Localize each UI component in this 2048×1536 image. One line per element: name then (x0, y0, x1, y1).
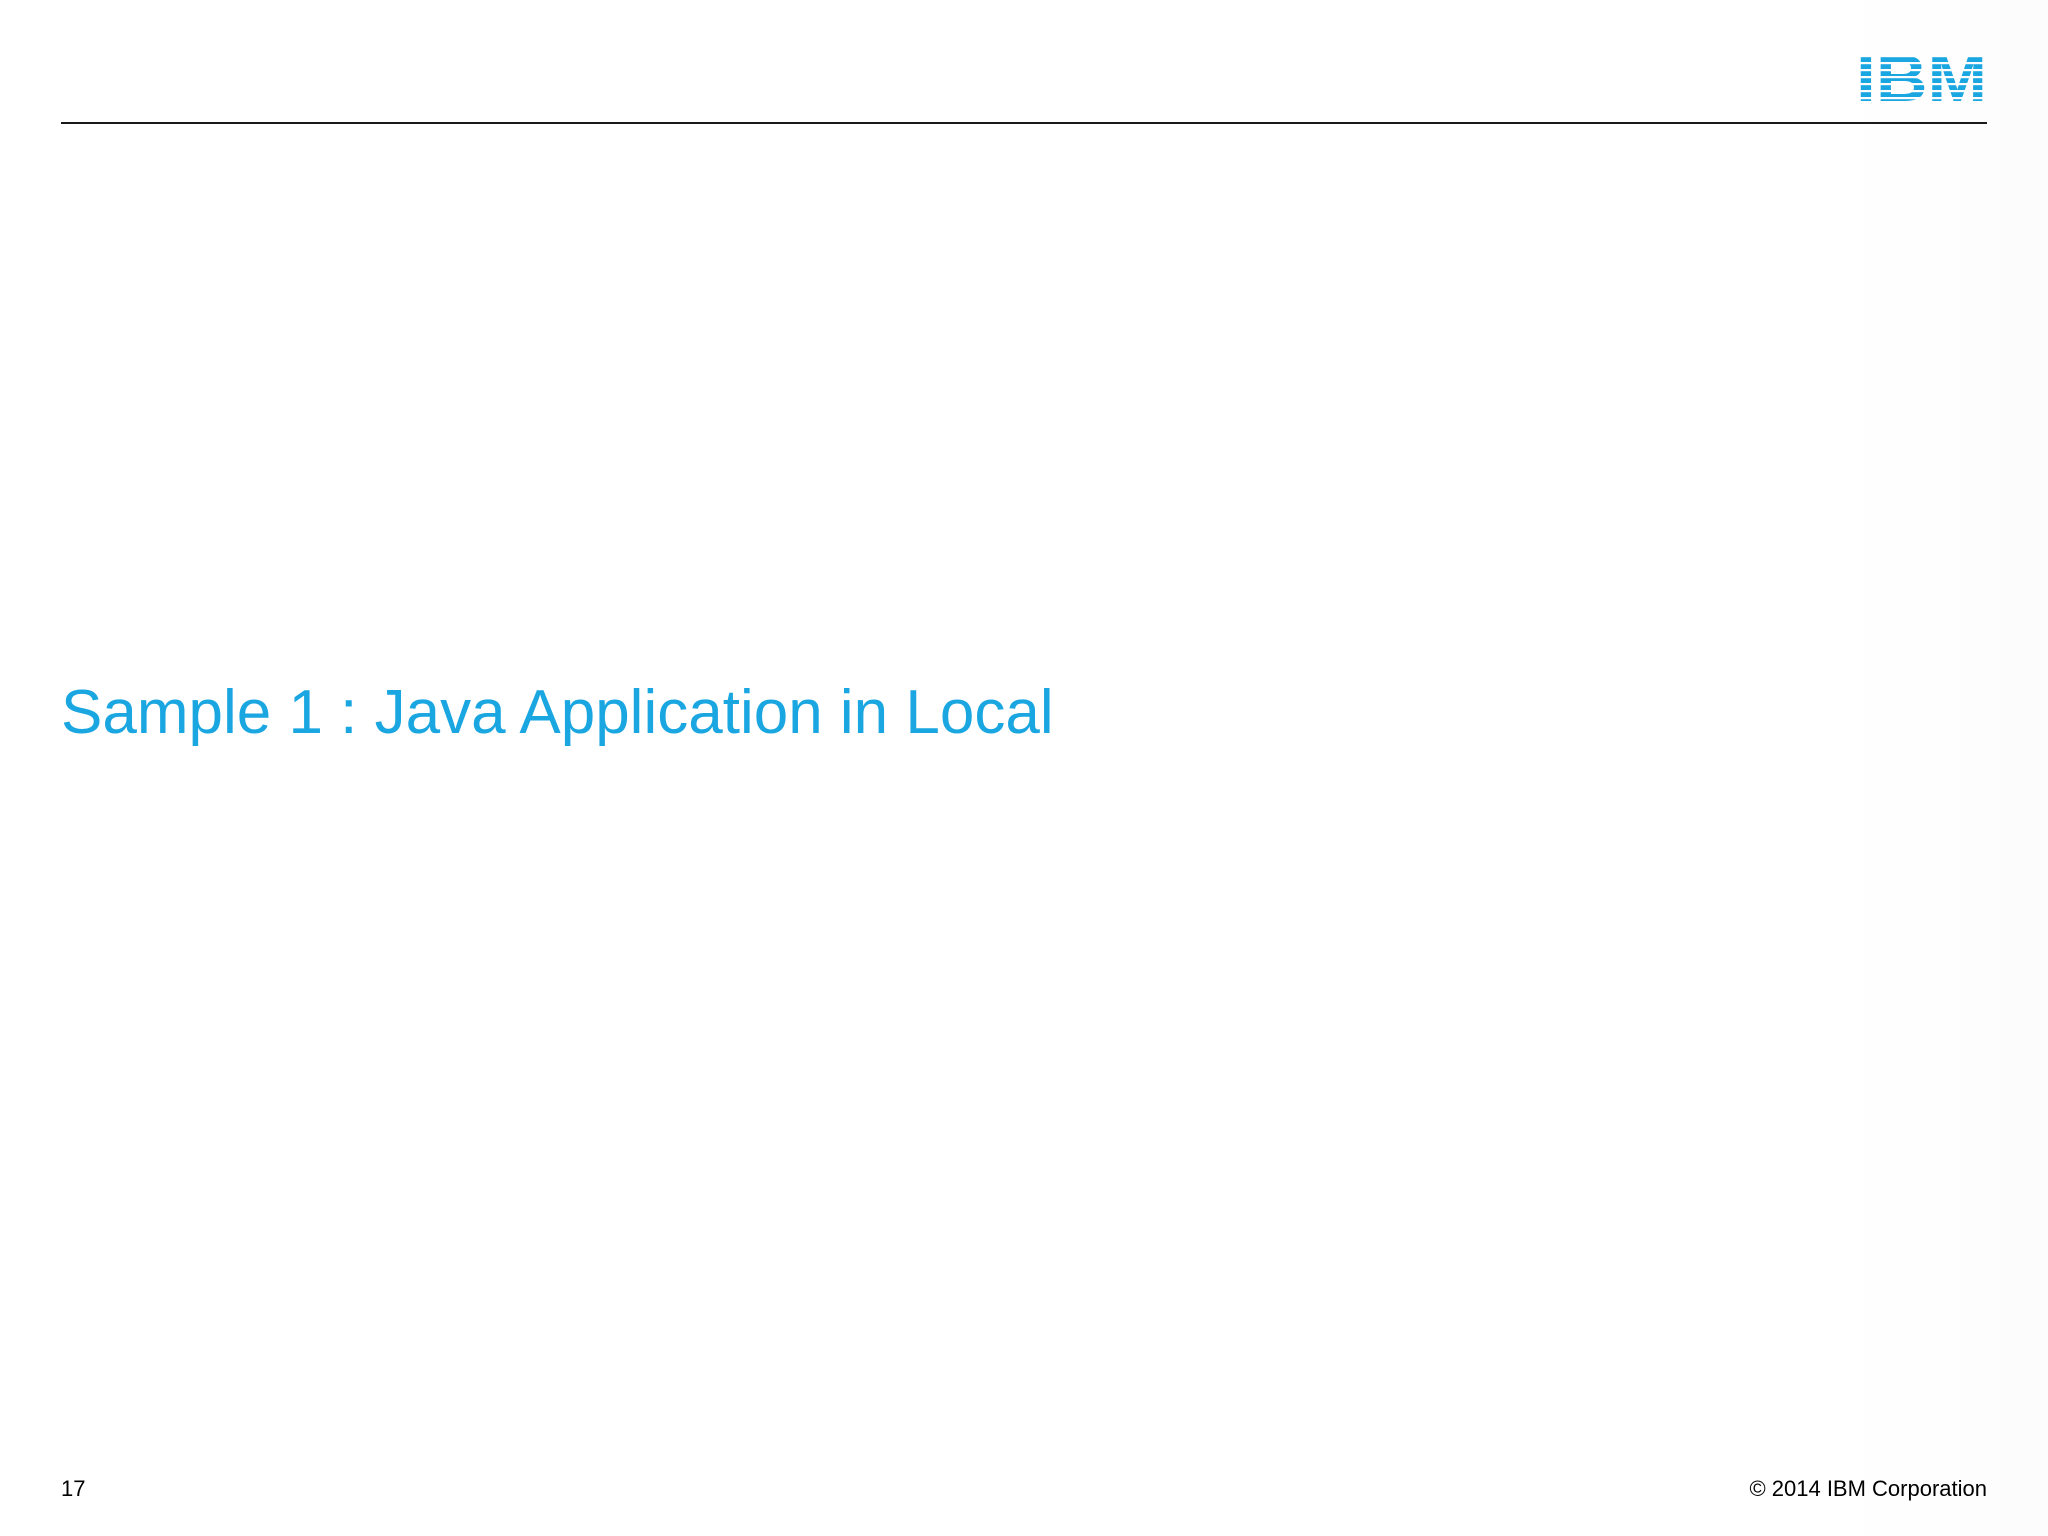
section-title: Sample 1 : Java Application in Local (61, 678, 1054, 747)
ibm-logo-icon: IBM (1856, 50, 1987, 104)
ibm-logo-text: IBM (1856, 50, 1987, 104)
slide: IBM Sample 1 : Java Application in Local… (0, 0, 2048, 1536)
header-divider (61, 122, 1987, 124)
copyright-notice: © 2014 IBM Corporation (1749, 1476, 1987, 1501)
page-number: 17 (61, 1476, 86, 1501)
